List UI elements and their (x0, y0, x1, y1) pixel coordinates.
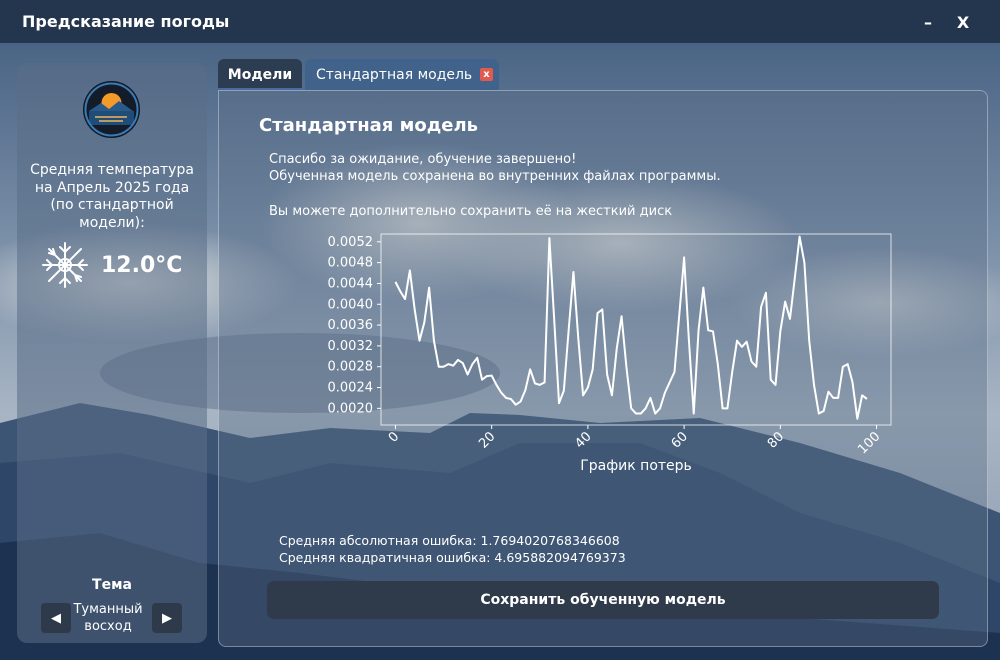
y-tick-label: 0.0044 (328, 276, 374, 291)
x-axis-label: График потерь (580, 458, 692, 474)
save-hint-message: Вы можете дополнительно сохранить её на … (269, 204, 673, 219)
status-message-line1: Спасибо за ожидание, обучение завершено! (269, 152, 577, 167)
tab-standard-model[interactable]: Стандартная модель x (305, 59, 499, 90)
save-model-button[interactable]: Сохранить обученную модель (267, 581, 939, 619)
x-tick-label: 20 (476, 429, 498, 451)
tab-models[interactable]: Модели (218, 59, 302, 90)
sidebar: Средняя температура на Апрель 2025 года … (17, 63, 207, 643)
loss-chart: 0.0020 0.0024 0.0028 0.0032 0.0036 0.0040 0.00… (328, 233, 892, 474)
tab-models-indicator (218, 88, 302, 90)
y-tick-label: 0.0040 (328, 297, 374, 312)
x-tick-label: 80 (765, 429, 787, 451)
window-title: Предсказание погоды (22, 12, 230, 31)
y-tick-label: 0.0028 (328, 360, 374, 375)
y-tick-label: 0.0052 (328, 235, 374, 250)
loss-series-line (394, 235, 868, 420)
y-tick-label: 0.0048 (328, 256, 374, 271)
mae-label: Средняя абсолютная ошибка: 1.76940207683… (279, 533, 620, 548)
close-button[interactable]: X (951, 10, 975, 34)
app-logo (83, 81, 140, 138)
snowflake-sun-icon (42, 242, 88, 288)
y-tick-label: 0.0036 (328, 318, 374, 333)
theme-next-button[interactable]: ▶ (152, 603, 182, 633)
theme-label: Тема (92, 577, 132, 593)
chart-frame (380, 233, 892, 426)
mse-label: Средняя квадратичная ошибка: 4.695882094… (279, 550, 626, 565)
x-tick-label: 100 (855, 429, 883, 457)
panel-title: Стандартная модель (259, 115, 479, 136)
model-panel: Стандартная модель Спасибо за ожидание, … (218, 90, 988, 647)
y-tick-label: 0.0024 (328, 381, 374, 396)
temperature-value: 12.0°C (101, 253, 183, 278)
tab-close-icon[interactable]: x (480, 68, 493, 81)
average-temperature-label: Средняя температура на Апрель 2025 года … (30, 162, 194, 231)
app-window: Предсказание погоды – X Средняя температ… (0, 0, 1000, 660)
minimize-button[interactable]: – (916, 10, 940, 34)
tab-standard-model-label: Стандартная модель (316, 66, 473, 83)
title-bar: Предсказание погоды – X (0, 0, 1000, 43)
theme-value: Туманный восход (73, 602, 143, 634)
temperature-display: 12.0°C (39, 239, 199, 295)
x-tick-label: 0 (386, 429, 402, 445)
tab-models-label: Модели (227, 66, 293, 83)
y-tick-label: 0.0020 (328, 401, 374, 416)
status-message-line2: Обученная модель сохранена во внутренних… (269, 169, 721, 184)
y-tick-label: 0.0032 (328, 339, 374, 354)
theme-prev-button[interactable]: ◀ (41, 603, 71, 633)
x-tick-label: 60 (669, 429, 691, 451)
x-tick-label: 40 (572, 429, 594, 451)
